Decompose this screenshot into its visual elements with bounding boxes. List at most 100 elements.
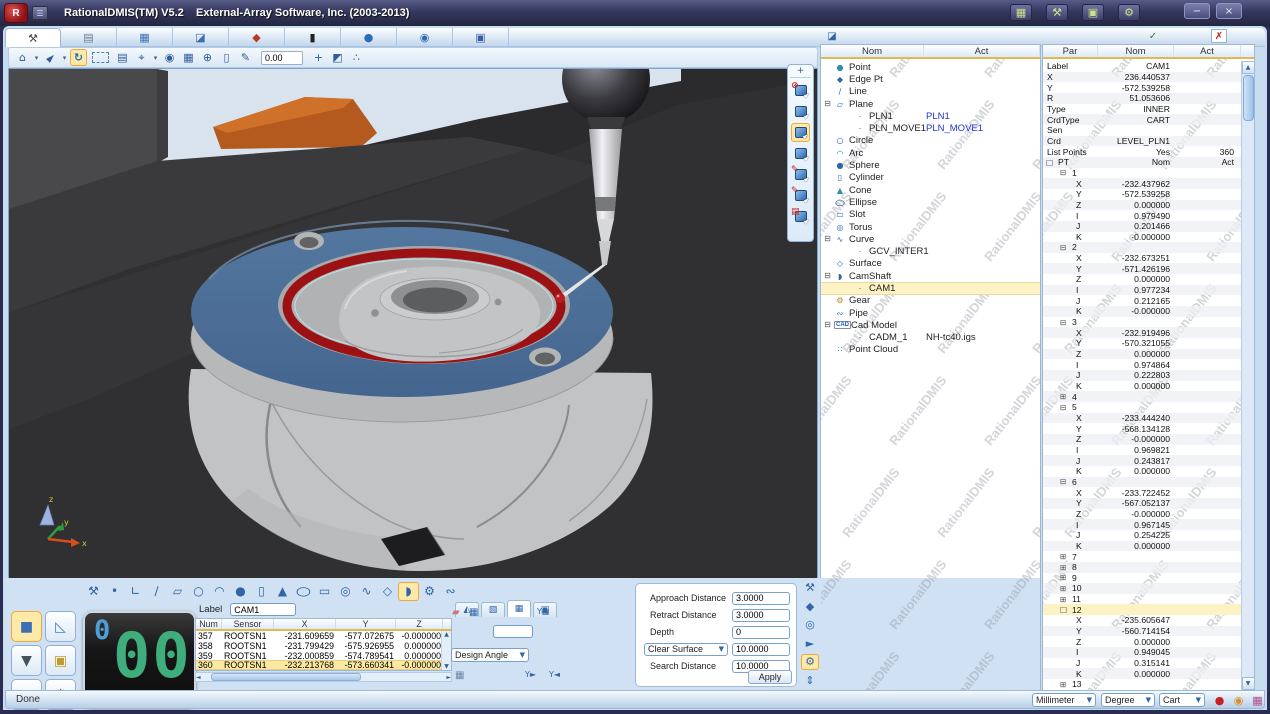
arc-icon[interactable]: ◠ [209,582,230,601]
tab-graph-view[interactable]: ▧ [481,602,505,617]
property-row[interactable]: K0.000000 [1043,668,1241,679]
tree-item-edge-pt[interactable]: ◆Edge Pt [821,73,1040,85]
accept-icon[interactable]: ✓ [1145,29,1161,43]
property-row[interactable]: K-0.000000 [1043,232,1241,243]
expand-toggle-icon[interactable]: ⊟ [1060,318,1069,327]
expand-toggle-icon[interactable]: □ [1060,605,1069,614]
scroll-up-icon[interactable]: ▲ [1242,61,1255,74]
tab-view[interactable]: ◉ [397,28,453,47]
scroll-right-icon[interactable]: ► [446,674,451,681]
tree-item-gcv-inter1[interactable]: ·GCV_INTER1 [821,245,1040,257]
collapse-updown-icon[interactable]: ⇕ [801,673,819,688]
property-row[interactable]: CrdLEVEL_PLN1 [1043,136,1241,147]
coord-system-select[interactable]: Cart▼ [1159,693,1205,707]
expand-toggle-icon[interactable]: ⊞ [1060,563,1069,572]
property-row[interactable]: X-233.722452 [1043,487,1241,498]
property-row[interactable]: J0.222803 [1043,370,1241,381]
tab-monitor[interactable]: ▣ [453,28,509,47]
expand-toggle-icon[interactable]: ⊟ [1060,168,1069,177]
property-row[interactable]: Z0.000000 [1043,200,1241,211]
pipe-icon[interactable]: ∾ [440,582,461,601]
tab-grid-view[interactable]: ▦ [507,600,531,617]
property-row[interactable]: Z-0.000000 [1043,509,1241,520]
property-row[interactable]: Y-560.714154 [1043,626,1241,637]
property-row[interactable]: LabelCAM1 [1043,61,1241,72]
probe-mode-button[interactable]: ▼ [11,645,42,676]
probe-pick-icon[interactable]: ► [801,635,819,650]
property-row[interactable]: CrdTypeCART [1043,114,1241,125]
scroll-left-icon[interactable]: ◄ [196,674,201,681]
property-row[interactable]: ⊟2 [1043,242,1241,253]
property-row[interactable]: ⊞10 [1043,583,1241,594]
tree-item-circle[interactable]: ○Circle [821,135,1040,147]
property-row[interactable]: ⊟3 [1043,317,1241,328]
plane-icon[interactable]: ▱ [167,582,188,601]
expand-toggle-icon[interactable]: ⊟ [1060,403,1069,412]
tree-item-ellipse[interactable]: ○Ellipse [821,196,1040,208]
machine-head-icon[interactable]: ⚒ [801,580,819,595]
export-view-icon[interactable]: ▤ [114,49,131,66]
tab-probe[interactable]: ◪ [173,28,229,47]
tree-item-pln-move1[interactable]: ·PLN_MOVE1PLN_MOVE1 [821,122,1040,134]
clear-surface-select[interactable]: Clear Surface▼ [644,643,728,656]
property-row[interactable]: I0.977234 [1043,285,1241,296]
table-row[interactable]: 357ROOTSN1-231.609659-577.072675-0.00000… [196,631,451,641]
annotate-icon[interactable]: ✎ [237,49,254,66]
probe-angle-minus-icon[interactable]: Y◄ [549,670,560,679]
joystick-link-icon[interactable]: ⚙ [1118,4,1140,21]
tree-item-line[interactable]: ∕Line [821,86,1040,98]
tree-item-plane[interactable]: ⊟▱Plane [821,98,1040,110]
probe-pick-feature-icon[interactable]: ► [791,123,810,142]
clear-surface-input[interactable] [732,643,790,656]
tree-item-cam1[interactable]: ·CAM1 [821,282,1040,294]
feature-label-input[interactable] [230,603,296,616]
properties-scrollbar[interactable]: ▲ ▼ [1241,61,1254,690]
axis-caret[interactable]: ▾ [152,49,159,66]
tree-item-point-cloud[interactable]: ∷Point Cloud [821,344,1040,356]
property-row[interactable]: I0.974864 [1043,359,1241,370]
tolerance-value-input[interactable] [261,51,303,65]
cursor-icon[interactable]: ► [38,45,62,69]
property-row[interactable]: Y-571.426196 [1043,263,1241,274]
property-row[interactable]: Z0.000000 [1043,274,1241,285]
palette-icon[interactable]: ▦ [180,49,197,66]
property-row[interactable]: □12 [1043,604,1241,615]
property-row[interactable]: List PointsYes360 [1043,146,1241,157]
minimize-button[interactable]: − [1184,3,1210,19]
probe-angle-plus-icon[interactable]: Y► [525,670,536,679]
dual-screen-icon[interactable]: ▣ [1082,4,1104,21]
property-row[interactable]: I0.967145 [1043,519,1241,530]
property-row[interactable]: ⊞9 [1043,573,1241,584]
tree-item-cone[interactable]: ▲Cone [821,184,1040,196]
property-row[interactable]: ⊟6 [1043,477,1241,488]
property-row[interactable]: J0.315141 [1043,658,1241,669]
expand-toggle-icon[interactable]: ⊟ [823,100,832,109]
property-row[interactable]: R51.053606 [1043,93,1241,104]
property-row[interactable]: Z0.000000 [1043,636,1241,647]
apply-button[interactable]: Apply [748,670,792,684]
retract-distance-input[interactable] [732,609,790,622]
property-row[interactable]: J0.212165 [1043,295,1241,306]
probe-pick-surface-icon[interactable]: ► [791,102,810,121]
property-row[interactable]: ⊟1 [1043,168,1241,179]
approach-distance-input[interactable] [732,592,790,605]
property-row[interactable]: □PTNomAct [1043,157,1241,168]
joystick-status-icon[interactable]: ◉ [1230,692,1247,708]
surface-icon[interactable]: ◇ [377,582,398,601]
tree-item-point[interactable]: ●Point [821,61,1040,73]
gear-icon[interactable]: ⚙ [419,582,440,601]
edge-point-icon[interactable]: ∟ [125,582,146,601]
grid-tool-icon[interactable]: ▦ [455,670,464,681]
pan-icon[interactable]: ⊕ [199,49,216,66]
property-row[interactable]: ⊟5 [1043,402,1241,413]
expand-toggle-icon[interactable]: ⊞ [1060,595,1069,604]
scrollbar-thumb[interactable] [1243,75,1254,121]
tab-tool[interactable]: ▮ [285,28,341,47]
scrollbar-thumb[interactable] [211,673,361,681]
expand-toggle-icon[interactable]: ⊞ [1060,573,1069,582]
zoom-feature-icon[interactable]: ◎ [801,617,819,632]
expand-toggle-icon[interactable]: ⊟ [1060,243,1069,252]
tree-item-arc[interactable]: ◠Arc [821,147,1040,159]
auto-feature-icon[interactable]: ⚒ [83,582,104,601]
cylinder-icon[interactable]: ▯ [251,582,272,601]
